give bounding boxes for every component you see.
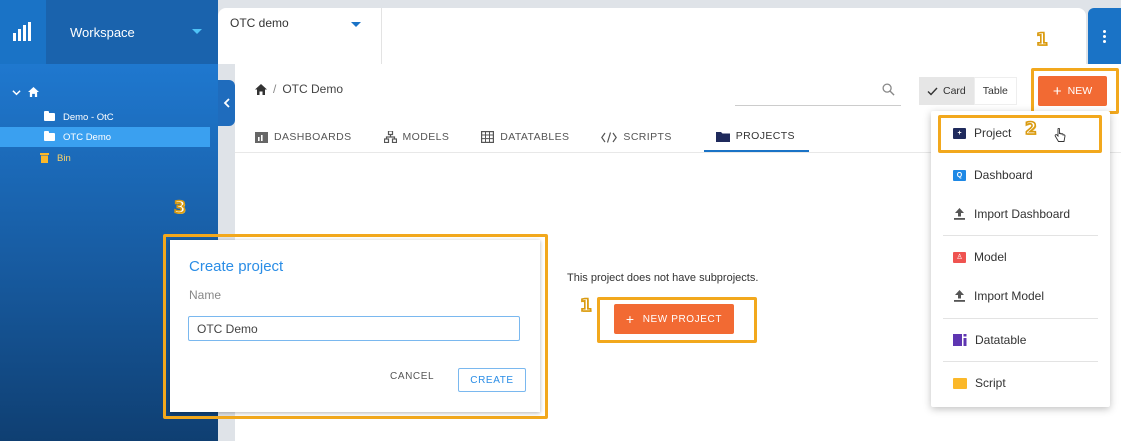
project-tab-label: OTC demo [230, 16, 289, 30]
breadcrumb: / OTC Demo [255, 82, 343, 96]
empty-state-message: This project does not have subprojects. [567, 272, 759, 284]
search-input[interactable] [735, 76, 875, 104]
tab-scripts[interactable]: SCRIPTS [601, 122, 685, 152]
model-icon: ♙ [953, 251, 966, 263]
menu-divider [943, 235, 1098, 236]
breadcrumb-separator: / [273, 82, 277, 96]
upload-icon [954, 208, 965, 220]
workspace-selector[interactable]: Workspace [46, 0, 218, 64]
trash-icon [40, 153, 49, 163]
folder-icon [44, 131, 55, 141]
step-badge-2: 2 [1024, 118, 1037, 140]
tab-models[interactable]: MODELS [383, 122, 464, 152]
sidebar-item-label: Demo - OtC [63, 111, 114, 123]
caret-down-icon [192, 29, 202, 34]
menu-item-model[interactable]: ♙ Model [931, 239, 1110, 275]
menu-item-label: Script [975, 376, 1006, 390]
top-bar: Workspace OTC demo [0, 0, 1121, 64]
menu-item-datatable[interactable]: Datatable [931, 322, 1110, 358]
script-icon [953, 377, 967, 389]
new-button[interactable]: + NEW [1038, 76, 1107, 106]
project-tab[interactable]: OTC demo [218, 8, 382, 64]
breadcrumb-current: OTC Demo [282, 82, 344, 96]
create-project-dialog: Create project Name CANCEL CREATE [170, 240, 540, 412]
menu-divider [943, 318, 1098, 319]
step-badge-1-top: 1 [1035, 29, 1048, 51]
chevron-down-icon [12, 89, 21, 95]
menu-item-label: Import Model [974, 289, 1045, 303]
tab-label: MODELS [402, 131, 450, 143]
tab-datatables[interactable]: DATATABLES [481, 122, 583, 152]
sidebar-item-label: Bin [57, 152, 71, 164]
plus-icon: + [625, 311, 635, 327]
sidebar-item-otc-demo[interactable]: OTC Demo [0, 127, 210, 147]
card-view-label: Card [943, 85, 966, 97]
more-menu-button[interactable] [1088, 8, 1121, 64]
tab-label: PROJECTS [735, 130, 795, 142]
home-icon[interactable] [255, 83, 267, 95]
dashboard-icon [255, 131, 268, 143]
kebab-icon [1103, 29, 1106, 43]
menu-item-import-model[interactable]: Import Model [931, 278, 1110, 314]
menu-item-label: Project [974, 126, 1012, 140]
dashboard-icon: Q [953, 169, 966, 181]
step-badge-3: 3 [173, 197, 186, 219]
workspace-label: Workspace [70, 24, 135, 40]
sidebar-item-home[interactable] [12, 82, 39, 102]
tab-label: DASHBOARDS [274, 131, 352, 143]
folder-icon [44, 111, 55, 121]
menu-item-label: Model [974, 250, 1007, 264]
menu-item-label: Dashboard [974, 168, 1033, 182]
table-grid-icon [481, 131, 495, 143]
search-icon[interactable] [882, 83, 895, 96]
menu-item-script[interactable]: Script [931, 365, 1110, 401]
folder-icon [715, 131, 730, 142]
chevron-left-icon [223, 98, 230, 108]
table-view-button[interactable]: Table [973, 77, 1017, 105]
plus-icon: + [1052, 82, 1062, 100]
new-project-label: NEW PROJECT [642, 313, 723, 325]
menu-item-label: Import Dashboard [974, 207, 1071, 221]
dialog-title: Create project [189, 258, 284, 275]
tab-label: DATATABLES [500, 131, 570, 143]
project-tab-bar: OTC demo [218, 8, 1086, 64]
new-project-button[interactable]: + NEW PROJECT [614, 304, 734, 334]
menu-item-project[interactable]: + Project [931, 115, 1110, 151]
code-icon [601, 131, 618, 143]
home-icon [28, 87, 39, 97]
tab-label: SCRIPTS [623, 131, 672, 143]
menu-divider [943, 361, 1098, 362]
tab-dashboards[interactable]: DASHBOARDS [255, 122, 366, 152]
create-button[interactable]: CREATE [458, 368, 526, 392]
name-field-label: Name [189, 288, 222, 302]
bar-chart-logo-icon [13, 22, 31, 41]
view-toggle: Card Table [919, 77, 1017, 105]
card-view-button[interactable]: Card [919, 77, 974, 105]
sidebar-item-demo-otc[interactable]: Demo - OtC [44, 107, 114, 127]
check-icon [927, 87, 938, 96]
step-badge-1-bottom: 1 [579, 295, 592, 317]
table-view-label: Table [982, 85, 1008, 97]
search-box [735, 76, 901, 106]
menu-item-dashboard[interactable]: Q Dashboard [931, 157, 1110, 193]
app-logo[interactable] [0, 0, 46, 64]
model-tree-icon [383, 131, 397, 143]
menu-item-label: Datatable [975, 333, 1027, 347]
sidebar-item-label: OTC Demo [63, 131, 112, 143]
menu-item-import-dashboard[interactable]: Import Dashboard [931, 196, 1110, 232]
section-tabs: DASHBOARDS MODELS DATATABLES SCRIPTS PRO… [255, 122, 827, 152]
new-dropdown-menu: + Project Q Dashboard Import Dashboard ♙… [931, 111, 1110, 407]
new-button-label: NEW [1067, 85, 1093, 97]
sidebar-item-bin[interactable]: Bin [40, 148, 71, 168]
project-folder-icon: + [953, 127, 966, 139]
name-input[interactable] [188, 316, 520, 341]
collapse-sidebar-button[interactable] [218, 80, 235, 126]
hand-cursor-icon [1054, 128, 1066, 142]
caret-down-icon [351, 22, 361, 27]
cancel-button[interactable]: CANCEL [390, 371, 434, 382]
tab-projects[interactable]: PROJECTS [703, 122, 809, 152]
upload-icon [954, 290, 965, 302]
datatable-icon [953, 334, 967, 346]
